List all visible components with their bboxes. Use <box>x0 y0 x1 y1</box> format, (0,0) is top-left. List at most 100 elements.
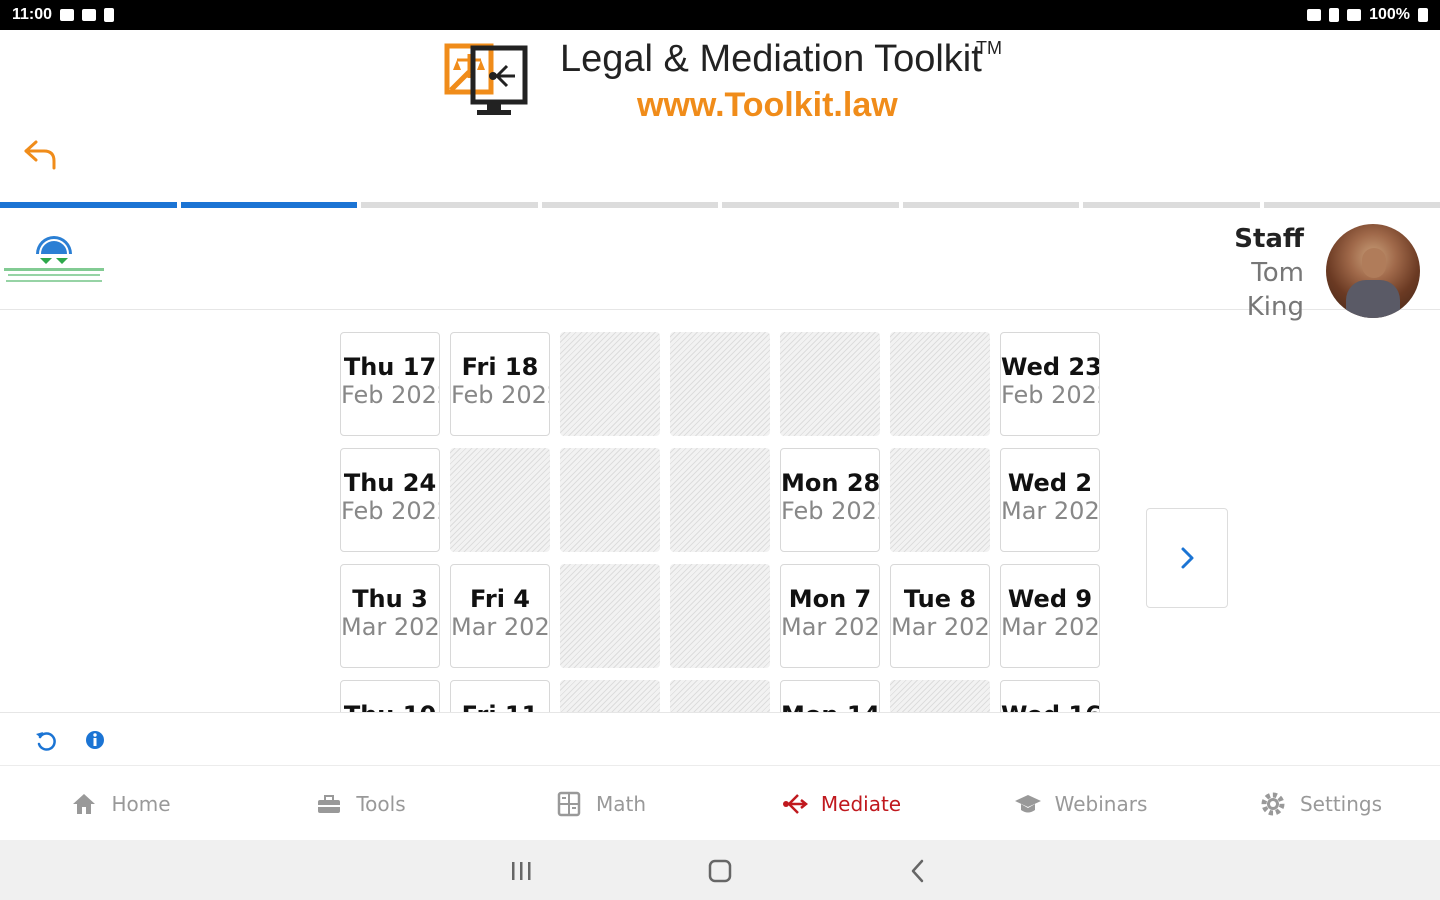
date-slot[interactable]: Wed 9Mar 2022 <box>1000 564 1100 668</box>
alarm-icon <box>1307 9 1322 21</box>
unavailable-slot <box>670 448 770 552</box>
date-slot-month: Mar 2022 <box>1001 497 1100 525</box>
date-slot[interactable]: Mon 7Mar 2022 <box>780 564 880 668</box>
date-slot[interactable]: Thu 10Mar 2022 <box>340 680 440 712</box>
app-url[interactable]: www.Toolkit.law <box>637 86 898 125</box>
date-slot-day: Tue 8 <box>903 585 977 613</box>
date-slot-day: Thu 10 <box>341 701 439 712</box>
tab-settings[interactable]: Settings <box>1200 768 1440 840</box>
bottom-tab-bar: Home Tools Math Mediate Webinars Settings <box>0 768 1440 840</box>
date-slot-day: Fri 4 <box>470 585 530 613</box>
date-slot-day: Wed 2 <box>1007 469 1093 497</box>
tab-tools[interactable]: Tools <box>240 768 480 840</box>
profile-bar: Staff Tom King <box>0 208 1440 322</box>
date-slot[interactable]: Wed 16Mar 2022 <box>1000 680 1100 712</box>
date-slot[interactable]: Fri 4Mar 2022 <box>450 564 550 668</box>
wifi-signal-icon <box>1347 9 1362 21</box>
next-week-button[interactable] <box>1146 508 1228 608</box>
app-title: Legal & Mediation Toolkit <box>560 38 982 80</box>
battery-icon <box>1418 8 1428 22</box>
utility-bar <box>0 712 1440 766</box>
gear-icon <box>1261 792 1285 816</box>
system-navigation-bar <box>0 840 1440 900</box>
date-slot[interactable]: Fri 11Mar 2022 <box>450 680 550 712</box>
date-slot[interactable]: Wed 23Feb 2022 <box>1000 332 1100 436</box>
date-slot-month: Mar 2022 <box>451 613 550 641</box>
date-slot-month: Mar 2022 <box>891 613 990 641</box>
tab-math[interactable]: Math <box>480 768 720 840</box>
unavailable-slot <box>450 448 550 552</box>
unavailable-slot <box>890 448 990 552</box>
chevron-right-icon <box>1181 547 1194 569</box>
date-slot-month: Feb 2022 <box>341 497 439 525</box>
home-nav-icon[interactable] <box>705 856 735 886</box>
staff-last-name: King <box>1246 292 1304 322</box>
unavailable-slot <box>670 564 770 668</box>
avatar-head <box>1362 248 1386 278</box>
tab-label: Mediate <box>820 792 902 816</box>
unavailable-slot <box>780 332 880 436</box>
notification-icon <box>60 9 75 21</box>
info-icon[interactable] <box>84 729 106 751</box>
calendar-row: Thu 10Mar 2022 Fri 11Mar 2022 Mon 14Mar 20… <box>340 680 1120 712</box>
tab-label: Settings <box>1299 792 1383 816</box>
recent-apps-icon[interactable] <box>506 856 536 886</box>
tab-label: Math <box>595 792 647 816</box>
unavailable-slot <box>890 680 990 712</box>
graduation-cap-icon <box>1014 795 1041 813</box>
unavailable-slot <box>560 448 660 552</box>
back-nav-icon[interactable] <box>904 856 934 886</box>
date-slot-month: Feb 2022 <box>341 381 439 409</box>
date-slot-month: Feb 2022 <box>781 497 879 525</box>
date-slot[interactable]: Mon 14Mar 2022 <box>780 680 880 712</box>
tab-label: Webinars <box>1054 792 1148 816</box>
date-slot-day: Fri 11 <box>451 701 549 712</box>
date-slot-day: Thu 24 <box>343 469 437 497</box>
battery-percent: 100% <box>1369 6 1410 23</box>
staff-first-name: Tom <box>1251 258 1304 288</box>
date-slot[interactable]: Thu 24Feb 2022 <box>340 448 440 552</box>
avatar-suit <box>1346 280 1400 318</box>
date-slot-day: Wed 9 <box>1007 585 1093 613</box>
toolkit-logo-icon <box>444 43 528 115</box>
tab-home[interactable]: Home <box>0 768 240 840</box>
toolbox-icon <box>318 795 341 813</box>
back-icon[interactable] <box>22 136 62 172</box>
date-slot-day: Mon 14 <box>781 701 879 712</box>
staff-role: Staff <box>1234 224 1304 254</box>
unavailable-slot <box>670 332 770 436</box>
date-slot[interactable]: Tue 8Mar 2022 <box>890 564 990 668</box>
organization-logo <box>4 236 104 282</box>
date-slot[interactable]: Fri 18Feb 2022 <box>450 332 550 436</box>
date-slot[interactable]: Thu 17Feb 2022 <box>340 332 440 436</box>
home-icon <box>73 794 96 814</box>
date-slot-day: Fri 18 <box>461 353 539 381</box>
calendar-row: Thu 24Feb 2022Mon 28Feb 2022Wed 2Mar 202… <box>340 448 1120 552</box>
date-slot-month: Feb 2022 <box>451 381 549 409</box>
calculator-icon <box>557 791 581 817</box>
date-slot-day: Wed 16 <box>1001 701 1099 712</box>
date-slot[interactable]: Thu 3Mar 2022 <box>340 564 440 668</box>
status-time: 11:00 <box>12 6 53 23</box>
bluetooth-icon <box>1329 8 1340 22</box>
tab-webinars[interactable]: Webinars <box>960 768 1200 840</box>
unavailable-slot <box>560 680 660 712</box>
battery-saver-icon <box>104 8 115 22</box>
avatar[interactable] <box>1326 224 1420 318</box>
date-slot-month: Mar 2022 <box>341 613 440 641</box>
trademark-mark: TM <box>976 38 1002 58</box>
calendar-row: Thu 17Feb 2022Fri 18Feb 2022Wed 23Feb 20… <box>340 332 1120 436</box>
date-slot[interactable]: Mon 28Feb 2022 <box>780 448 880 552</box>
refresh-icon[interactable] <box>34 729 58 753</box>
date-picker-grid: Thu 17Feb 2022Fri 18Feb 2022Wed 23Feb 20… <box>340 332 1120 712</box>
calendar-row: Thu 3Mar 2022Fri 4Mar 2022Mon 7Mar 2022T… <box>340 564 1120 668</box>
date-slot[interactable]: Wed 2Mar 2022 <box>1000 448 1100 552</box>
tab-mediate[interactable]: Mediate <box>720 768 960 840</box>
date-slot-day: Mon 28 <box>781 469 880 497</box>
date-slot-day: Thu 17 <box>343 353 437 381</box>
date-slot-month: Mar 2022 <box>1001 613 1100 641</box>
staff-info: Staff Tom King <box>1234 222 1304 324</box>
unavailable-slot <box>560 332 660 436</box>
tab-label: Tools <box>356 792 406 816</box>
date-slot-day: Mon 7 <box>788 585 872 613</box>
